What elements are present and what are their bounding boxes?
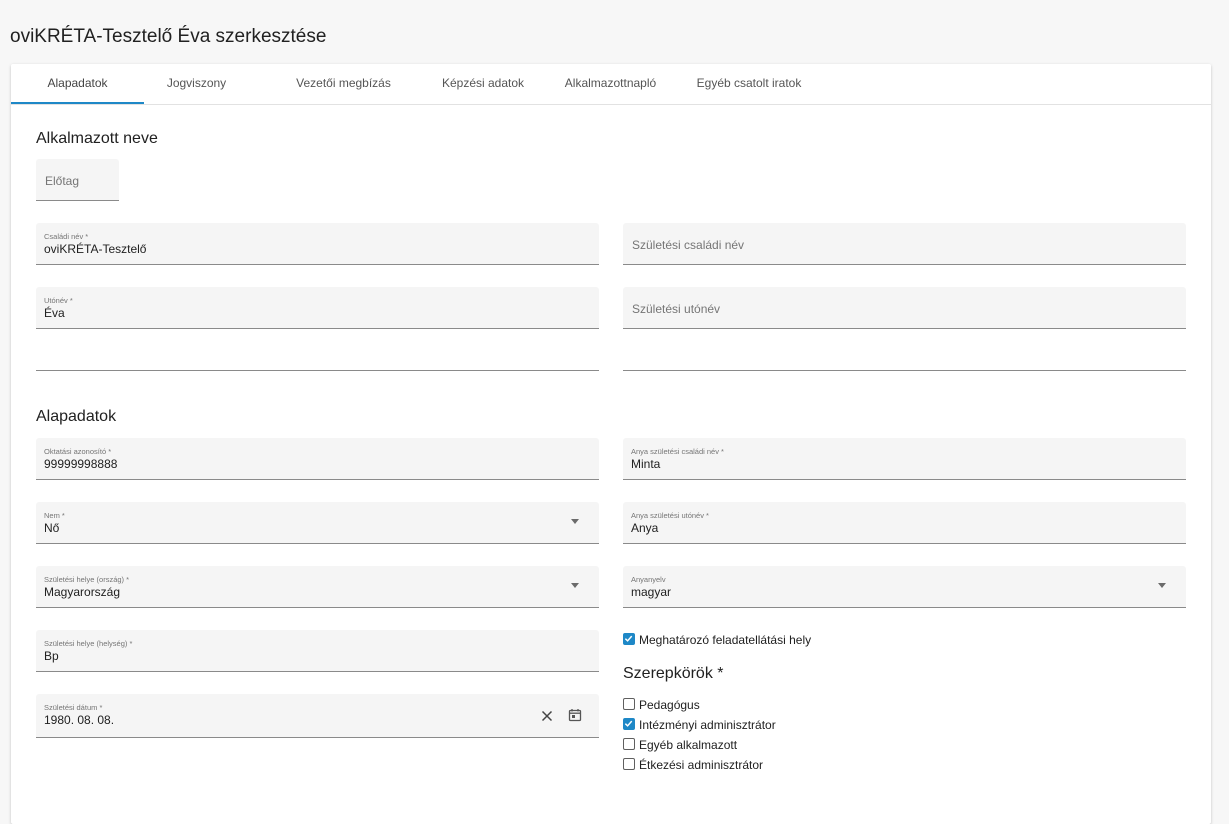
edit-card: Alapadatok Jogviszony Vezetői megbízás K… <box>11 64 1211 824</box>
mother-given-name-value: Anya <box>631 521 659 535</box>
tab-alapadatok[interactable]: Alapadatok <box>11 64 144 104</box>
mother-given-name-field[interactable]: Anya születési utónév * Anya <box>623 502 1186 544</box>
check-icon <box>624 720 633 727</box>
role-label: Pedagógus <box>639 698 700 712</box>
role-egyeb-alkalmazott-checkbox[interactable] <box>623 738 635 750</box>
role-label: Egyéb alkalmazott <box>639 738 738 752</box>
section-title-basic: Alapadatok <box>36 408 117 425</box>
birth-country-select[interactable]: Születési helye (ország) * Magyarország <box>36 566 599 608</box>
check-icon <box>624 635 633 642</box>
primary-site-label: Meghatározó feladatellátási hely <box>639 633 812 647</box>
prefix-field[interactable]: Előtag <box>36 159 119 201</box>
birth-city-value: Bp <box>44 649 59 663</box>
tab-vezetoi-megbizas[interactable]: Vezetői megbízás <box>271 64 416 104</box>
tab-alkalmazottnaplo[interactable]: Alkalmazottnapló <box>548 64 673 104</box>
role-pedagogus-checkbox[interactable] <box>623 698 635 710</box>
role-checkbox-row[interactable]: Intézményi adminisztrátor <box>623 717 923 733</box>
extra-name-field-left[interactable] <box>36 351 599 371</box>
tab-jogviszony[interactable]: Jogviszony <box>144 64 249 104</box>
mother-family-name-label: Anya születési családi név * <box>631 447 724 456</box>
prefix-placeholder: Előtag <box>45 174 80 188</box>
section-title-name: Alkalmazott neve <box>36 130 158 147</box>
tab-egyeb-csatolt-iratok[interactable]: Egyéb csatolt iratok <box>684 64 814 104</box>
mother-tongue-select[interactable]: Anyanyelv magyar <box>623 566 1186 608</box>
gender-value: Nő <box>44 521 60 535</box>
tab-bar: Alapadatok Jogviszony Vezetői megbízás K… <box>11 64 1211 105</box>
birth-country-label: Születési helye (ország) * <box>44 575 130 584</box>
birth-given-name-field[interactable]: Születési utónév <box>623 287 1186 329</box>
education-id-label: Oktatási azonosító * <box>44 447 112 456</box>
birth-country-value: Magyarország <box>44 585 121 599</box>
given-name-field[interactable]: Utónév * Éva <box>36 287 599 329</box>
mother-family-name-value: Minta <box>631 457 661 471</box>
gender-label: Nem * <box>44 511 65 520</box>
education-id-field[interactable]: Oktatási azonosító * 99999998888 <box>36 438 599 480</box>
page-title: oviKRÉTA-Tesztelő Éva szerkesztése <box>10 26 327 47</box>
given-name-value: Éva <box>44 306 65 320</box>
role-checkbox-row[interactable]: Pedagógus <box>623 697 923 713</box>
active-tab-indicator <box>11 102 144 104</box>
given-name-label: Utónév * <box>44 296 73 305</box>
mother-given-name-label: Anya születési utónév * <box>631 511 709 520</box>
gender-select[interactable]: Nem * Nő <box>36 502 599 544</box>
mother-tongue-label: Anyanyelv <box>631 575 666 584</box>
birth-date-label: Születési dátum * <box>44 703 103 712</box>
calendar-icon[interactable] <box>568 708 582 722</box>
role-etkezesi-admin-checkbox[interactable] <box>623 758 635 770</box>
extra-name-field-right[interactable] <box>623 351 1186 371</box>
close-icon[interactable] <box>541 710 553 722</box>
family-name-label: Családi név * <box>44 232 89 241</box>
family-name-field[interactable]: Családi név * oviKRÉTA-Tesztelő <box>36 223 599 265</box>
chevron-down-icon[interactable] <box>1158 583 1166 588</box>
chevron-down-icon[interactable] <box>571 583 579 588</box>
section-title-roles: Szerepkörök * <box>623 665 724 682</box>
birth-city-label: Születési helye (helység) * <box>44 639 133 648</box>
birth-family-name-placeholder: Születési családi név <box>632 238 745 252</box>
role-intezmenyi-admin-checkbox[interactable] <box>623 718 635 730</box>
role-checkbox-row[interactable]: Étkezési adminisztrátor <box>623 757 923 773</box>
role-label: Intézményi adminisztrátor <box>639 718 776 732</box>
birth-date-field[interactable]: Születési dátum * 1980. 08. 08. <box>36 694 599 738</box>
chevron-down-icon[interactable] <box>571 519 579 524</box>
birth-given-name-placeholder: Születési utónév <box>632 302 721 316</box>
birth-family-name-field[interactable]: Születési családi név <box>623 223 1186 265</box>
role-label: Étkezési adminisztrátor <box>639 758 764 772</box>
birth-date-value: 1980. 08. 08. <box>44 713 115 727</box>
mother-family-name-field[interactable]: Anya születési családi név * Minta <box>623 438 1186 480</box>
role-checkbox-row[interactable]: Egyéb alkalmazott <box>623 737 923 753</box>
tab-kepzesi-adatok[interactable]: Képzési adatok <box>423 64 543 104</box>
primary-site-checkbox-row[interactable]: Meghatározó feladatellátási hely <box>623 632 923 648</box>
education-id-value: 99999998888 <box>44 457 118 471</box>
family-name-value: oviKRÉTA-Tesztelő <box>44 242 147 256</box>
mother-tongue-value: magyar <box>631 585 672 599</box>
primary-site-checkbox[interactable] <box>623 633 635 645</box>
birth-city-field[interactable]: Születési helye (helység) * Bp <box>36 630 599 672</box>
